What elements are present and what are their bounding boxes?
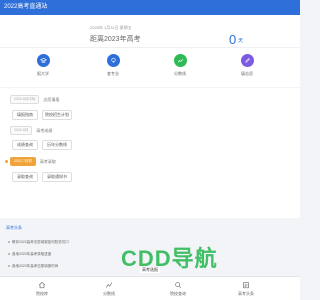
news-item-text: 各地2022年高考录取进度 [12, 252, 52, 256]
timeline-button[interactable]: 录取查询 [12, 172, 38, 182]
tab-label: 高考头条 [238, 291, 254, 296]
countdown-days: 0 [229, 32, 237, 47]
news-item[interactable]: 各地2022年高考志愿填报时间 [8, 264, 58, 269]
chart-icon [105, 282, 113, 288]
timeline-button[interactable]: 历年分数线 [42, 140, 72, 150]
entry-school-label: 报大学 [37, 71, 49, 76]
tab-scoreline[interactable]: 分数线 [97, 281, 121, 297]
bullet-icon [8, 253, 10, 256]
timeline-row-head: 2022-6月中旬 志愿填报 [10, 95, 59, 104]
overlay-label: 高考选报 [140, 267, 160, 273]
news-icon [243, 282, 249, 289]
timeline-row-head: 2022-6月 高考成绩 [10, 126, 52, 135]
timeline-date: 2022-6月 [10, 126, 33, 135]
entry-school[interactable]: 报大学 [28, 54, 58, 77]
pen-icon [240, 54, 254, 67]
entry-scoreline-label: 分数线 [174, 71, 186, 76]
bullet-icon [8, 265, 10, 268]
timeline-button[interactable]: 填报指南 [12, 110, 38, 120]
watermark-logo: CDD导航 [121, 246, 218, 271]
timeline-panel: 2022-6月中旬 志愿填报 填报指南 院校招生计划 2022-6月 高考成绩 … [0, 88, 300, 218]
entry-major-label: 查专业 [107, 71, 119, 76]
timeline-date: 2022-7月初 [10, 157, 36, 166]
news-item-text: 各地2022年高考志愿填报时间 [12, 264, 59, 268]
current-date: 2026年 1月31日 星期五 [90, 25, 132, 30]
bottom-tab-bar: 院校库 分数线 院校查询 高考头条 [0, 276, 300, 300]
entry-apply[interactable]: 填志愿 [232, 54, 262, 77]
timeline-title: 高考成绩 [36, 127, 53, 133]
app-title-bar: 2022高考直通站 [0, 0, 300, 15]
news-item[interactable]: 教你2022高考志愿填报如何防范坑口 [8, 240, 69, 245]
timeline-button[interactable]: 院校招生计划 [42, 110, 72, 120]
news-item-text: 教你2022高考志愿填报如何防范坑口 [12, 240, 69, 244]
timeline-button[interactable]: 成绩查询 [12, 140, 38, 150]
bulb-icon [106, 54, 120, 67]
countdown-unit: 天 [238, 38, 244, 44]
tab-school-library[interactable]: 院校库 [30, 281, 54, 297]
timeline-date: 2022-6月中旬 [10, 95, 40, 104]
timeline-row-head: 2022-7月初 高考录取 [10, 157, 56, 166]
tab-headlines[interactable]: 高考头条 [234, 281, 258, 297]
tab-label: 院校库 [36, 291, 48, 296]
quick-entries: 报大学 查专业 分数线 填志愿 [0, 47, 300, 87]
tab-label: 分数线 [103, 291, 115, 296]
bullet-icon [8, 241, 10, 244]
countdown-panel: 2026年 1月31日 星期五 距离2023年高考 0 天 [0, 15, 300, 47]
timeline-current-dot [5, 160, 8, 163]
tab-label: 院校查询 [170, 291, 186, 296]
search-icon [175, 282, 182, 289]
entry-apply-label: 填志愿 [241, 71, 253, 76]
entry-major[interactable]: 查专业 [98, 54, 128, 77]
timeline-title: 志愿填报 [43, 96, 60, 102]
timeline-button[interactable]: 录取通知书 [42, 172, 72, 182]
news-section-label: 高考头条 [6, 225, 22, 230]
app-title: 2022高考直通站 [4, 4, 48, 10]
news-item[interactable]: 各地2022年高考录取进度 [8, 252, 51, 257]
home-icon [38, 282, 46, 289]
tab-school-search[interactable]: 院校查询 [166, 281, 190, 297]
timeline-title: 高考录取 [39, 158, 56, 164]
entry-scoreline[interactable]: 分数线 [165, 54, 195, 77]
school-icon [36, 54, 50, 67]
trend-icon [173, 54, 187, 67]
countdown-caption: 距离2023年高考 [90, 36, 141, 43]
